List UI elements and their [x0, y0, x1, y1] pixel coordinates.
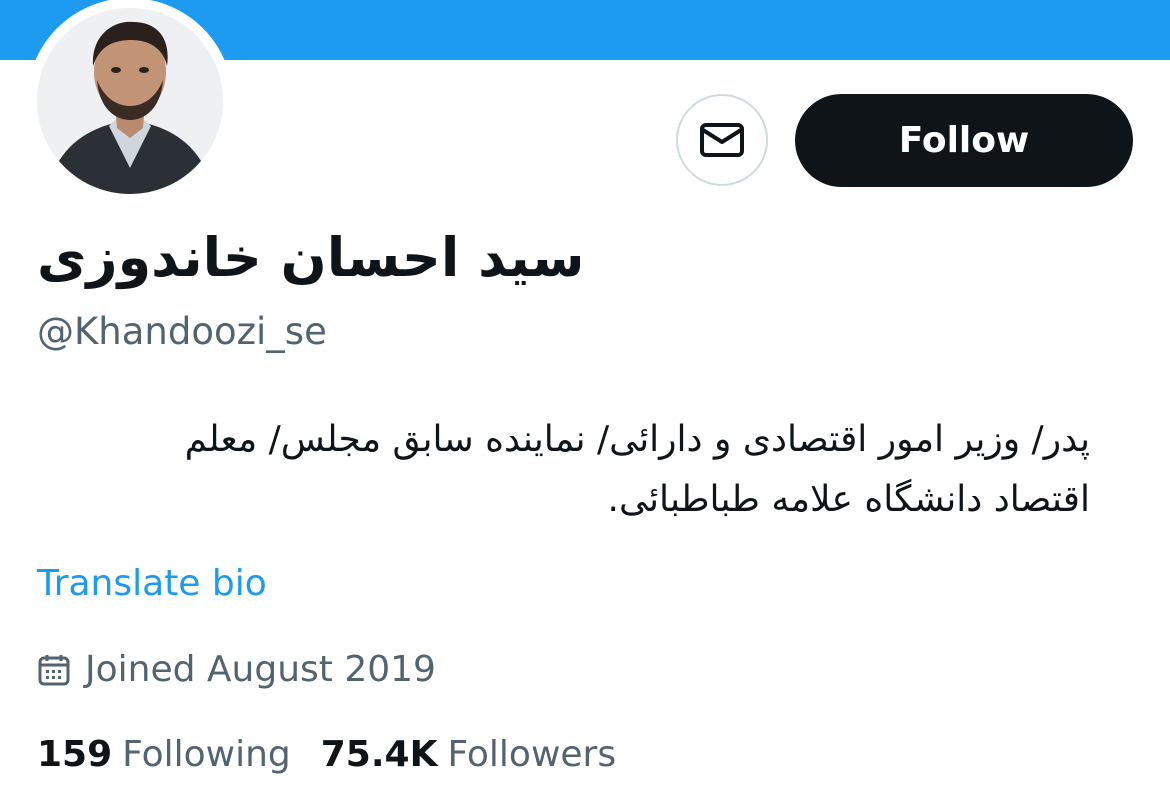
profile-stats: 159 Following 75.4K Followers — [37, 733, 646, 777]
bio-line-2: اقتصاد دانشگاه علامه طباطبائی. — [607, 479, 1090, 520]
following-count: 159 — [37, 734, 113, 775]
joined-date: Joined August 2019 — [37, 648, 436, 692]
joined-label: Joined August 2019 — [85, 649, 436, 690]
translate-bio-link[interactable]: Translate bio — [37, 562, 267, 606]
message-button[interactable] — [676, 94, 768, 186]
followers-count: 75.4K — [320, 734, 438, 775]
bio-line-1: پدر/ وزیر امور اقتصادی و دارائی/ نماینده… — [184, 419, 1090, 460]
following-label: Following — [122, 734, 291, 775]
handle: @Khandoozi_se — [37, 310, 327, 353]
followers-label: Followers — [447, 734, 617, 775]
profile-photo — [37, 8, 223, 194]
bio: پدر/ وزیر امور اقتصادی و دارائی/ نماینده… — [30, 410, 1090, 530]
following-stat[interactable]: 159 Following — [37, 733, 291, 777]
avatar[interactable] — [37, 8, 223, 194]
envelope-icon — [700, 123, 744, 157]
follow-button[interactable]: Follow — [795, 94, 1133, 187]
followers-stat[interactable]: 75.4K Followers — [321, 733, 616, 777]
calendar-icon — [37, 653, 71, 687]
display-name: سید احسان خاندوزی — [37, 226, 585, 289]
